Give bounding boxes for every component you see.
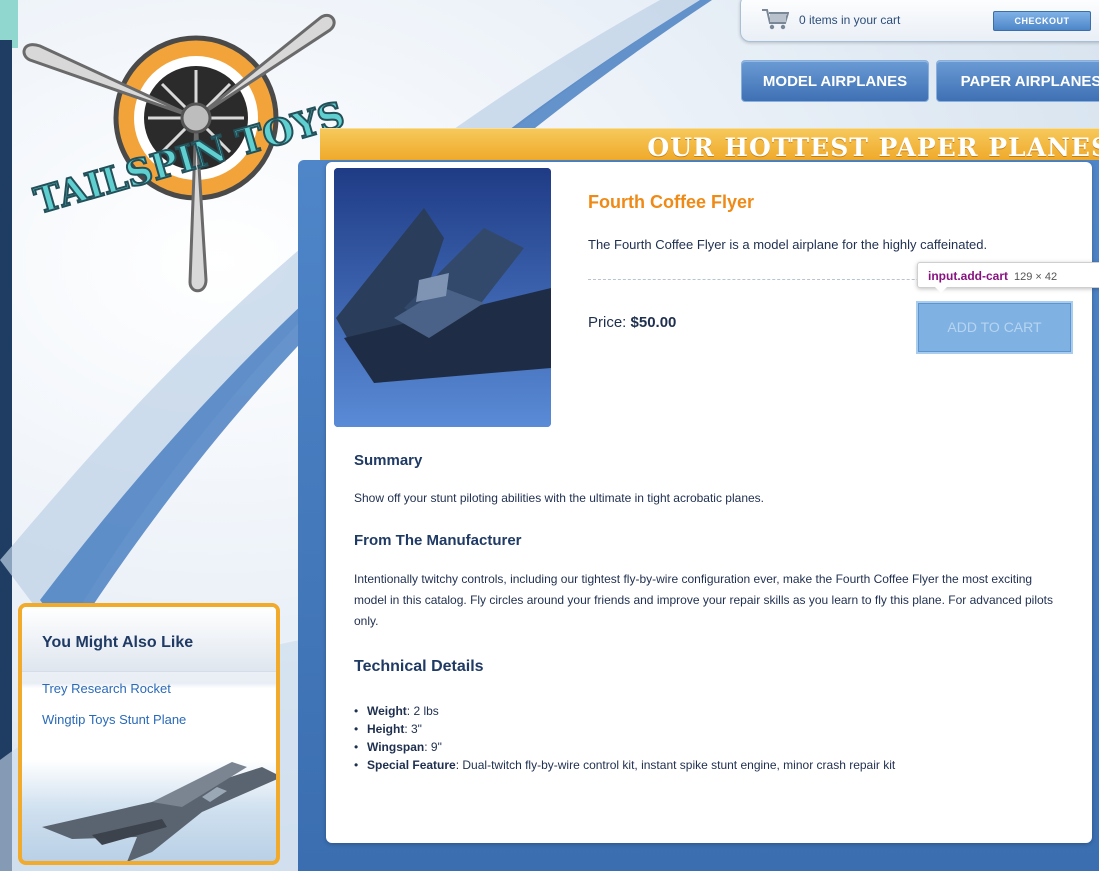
hot-banner: OUR HOTTEST PAPER PLANES (320, 128, 1099, 163)
list-item: Special Feature: Dual-twitch fly-by-wire… (354, 756, 1057, 774)
tooltip-class: .add-cart (957, 269, 1009, 283)
add-to-cart-button[interactable]: ADD TO CART (918, 303, 1071, 352)
technical-heading: Technical Details (354, 658, 484, 675)
banner-title: OUR HOTTEST PAPER PLANES (647, 133, 1099, 162)
tooltip-tag: input (928, 269, 958, 283)
also-like-box: You Might Also Like Trey Research Rocket… (18, 603, 280, 865)
also-like-header: You Might Also Like (22, 607, 276, 672)
manufacturer-heading: From The Manufacturer (354, 532, 522, 549)
list-item: Weight: 2 lbs (354, 702, 1064, 720)
sidebar-link-wingtip-toys-stunt-plane[interactable]: Wingtip Toys Stunt Plane (42, 712, 186, 727)
shopping-cart-icon[interactable] (761, 7, 789, 31)
summary-heading: Summary (354, 452, 423, 469)
cart-bar: 0 items in your cart CHECKOUT (740, 0, 1099, 42)
fighter-jet-image (42, 762, 276, 861)
product-description: The Fourth Coffee Flyer is a model airpl… (588, 237, 988, 252)
tooltip-dimensions: 129 × 42 (1014, 271, 1058, 283)
tab-paper-airplanes[interactable]: PAPER AIRPLANES (936, 60, 1099, 102)
tab-model-airplanes[interactable]: MODEL AIRPLANES (741, 60, 929, 102)
checkout-button[interactable]: CHECKOUT (993, 11, 1091, 31)
manufacturer-text: Intentionally twitchy controls, includin… (354, 572, 1053, 628)
price-label: Price: (588, 314, 627, 331)
tooltip-arrow (934, 286, 948, 293)
product-name: Fourth Coffee Flyer (588, 192, 755, 212)
summary-text: Show off your stunt piloting abilities w… (354, 491, 765, 505)
price-row: Price: $50.00 (588, 314, 676, 331)
product-image (334, 168, 551, 427)
also-like-title: You Might Also Like (42, 634, 194, 651)
list-item: Height: 3" (354, 720, 1064, 738)
devtools-tooltip: input.add-cart 129 × 42 (917, 262, 1099, 288)
list-item: Wingspan: 9" (354, 738, 1064, 756)
cart-status[interactable]: 0 items in your cart (799, 13, 900, 27)
price-value: $50.00 (630, 314, 677, 331)
spec-list: Weight: 2 lbs Height: 3" Wingspan: 9" Sp… (354, 702, 1064, 774)
sidebar-link-trey-research-rocket[interactable]: Trey Research Rocket (42, 681, 171, 696)
